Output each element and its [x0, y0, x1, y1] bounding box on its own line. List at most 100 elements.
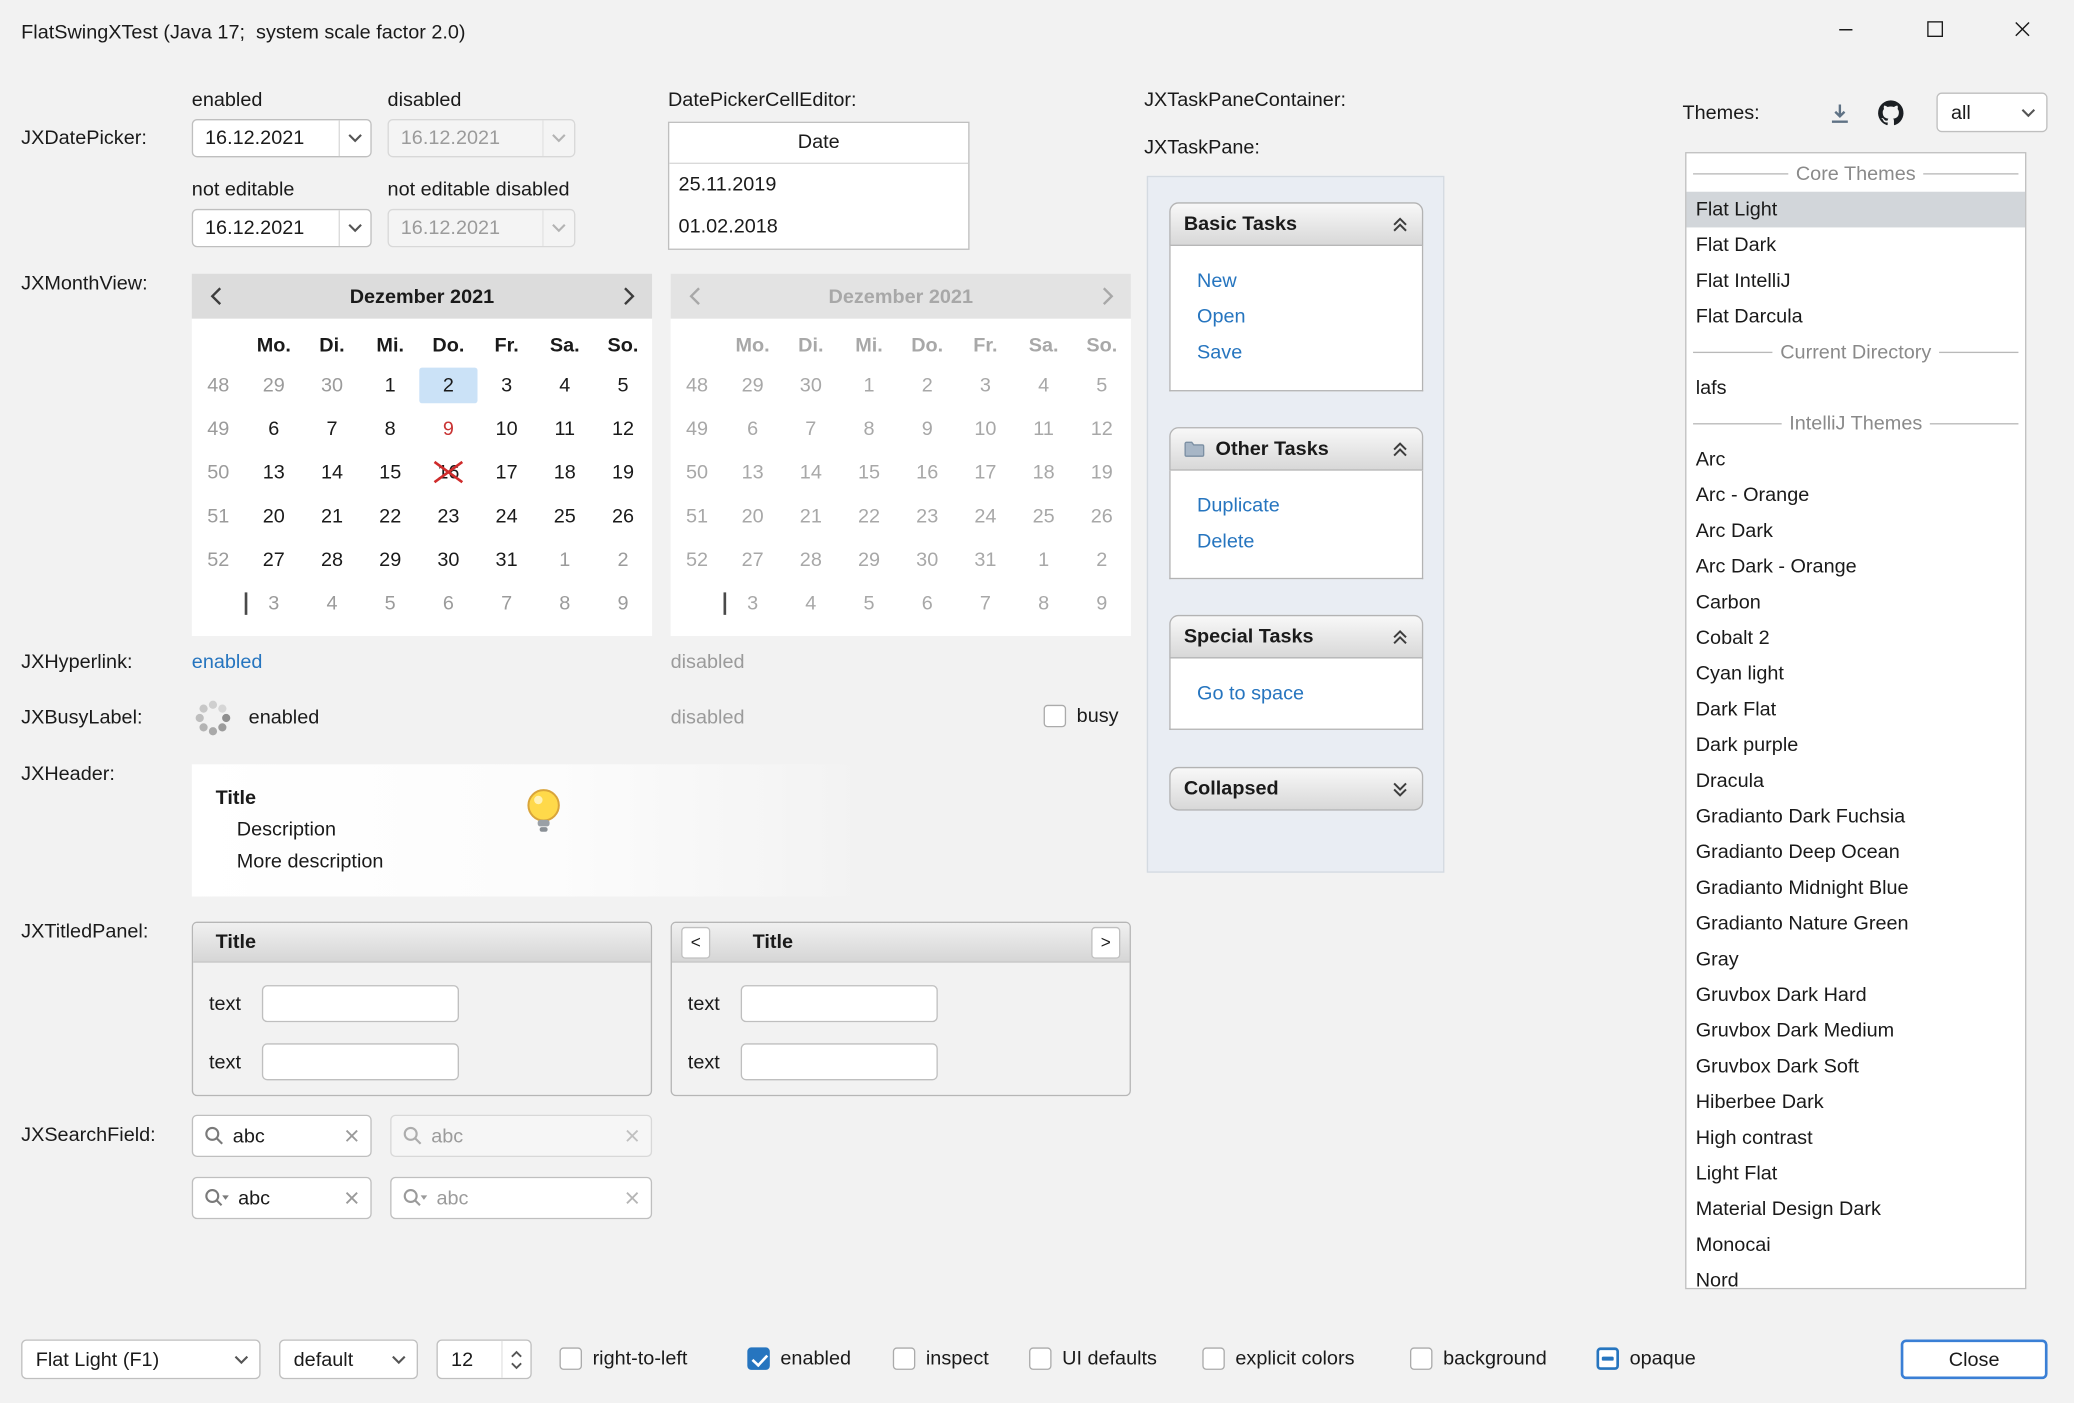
checkbox-ui-defaults[interactable]: UI defaults: [1029, 1347, 1157, 1369]
theme-filter-combobox[interactable]: all: [1936, 93, 2047, 133]
maximize-button[interactable]: [1905, 5, 1966, 53]
hyperlink-enabled[interactable]: enabled: [192, 651, 263, 673]
calendar-day[interactable]: 6: [245, 411, 303, 447]
checkbox-busy[interactable]: busy: [1044, 705, 1119, 727]
calendar-day[interactable]: 5: [361, 586, 419, 622]
theme-item[interactable]: Gradianto Midnight Blue: [1686, 870, 2025, 906]
calendar-day[interactable]: 29: [245, 368, 303, 404]
calendar-day[interactable]: 3: [477, 368, 535, 404]
theme-item[interactable]: Carbon: [1686, 584, 2025, 620]
text-field[interactable]: [262, 1043, 459, 1080]
calendar-day[interactable]: 4: [303, 586, 361, 622]
theme-item[interactable]: Gradianto Deep Ocean: [1686, 834, 2025, 870]
taskpane-link[interactable]: Go to space: [1197, 676, 1304, 712]
theme-item[interactable]: Flat IntelliJ: [1686, 263, 2025, 299]
checkbox-inspect[interactable]: inspect: [893, 1347, 989, 1369]
checkbox-background[interactable]: background: [1410, 1347, 1547, 1369]
theme-item[interactable]: lafs: [1686, 370, 2025, 406]
text-field[interactable]: [741, 1043, 938, 1080]
theme-item[interactable]: Gruvbox Dark Medium: [1686, 1013, 2025, 1049]
calendar-day[interactable]: 23: [419, 499, 477, 535]
theme-item[interactable]: Light Flat: [1686, 1156, 2025, 1192]
theme-item[interactable]: Nord: [1686, 1263, 2025, 1289]
datepicker-not-editable[interactable]: 16.12.2021: [192, 209, 372, 247]
calendar-day[interactable]: 19: [594, 455, 652, 491]
checkbox-box[interactable]: [1029, 1347, 1051, 1369]
searchfield-value[interactable]: abc: [238, 1187, 336, 1209]
checkbox-enabled[interactable]: enabled: [747, 1347, 851, 1369]
table-cell-date[interactable]: 01.02.2018: [669, 206, 968, 248]
chevron-double-up-icon[interactable]: [1391, 441, 1408, 457]
checkbox-box[interactable]: [1596, 1347, 1618, 1369]
calendar-day[interactable]: 16: [419, 455, 477, 491]
chevron-double-up-icon[interactable]: [1391, 216, 1408, 232]
chevron-double-up-icon[interactable]: [1391, 629, 1408, 645]
theme-item[interactable]: Cyan light: [1686, 656, 2025, 692]
close-button[interactable]: Close: [1901, 1339, 2048, 1379]
theme-item[interactable]: Gruvbox Dark Hard: [1686, 977, 2025, 1013]
theme-item[interactable]: Dark purple: [1686, 727, 2025, 763]
theme-list[interactable]: Core ThemesFlat LightFlat DarkFlat Intel…: [1685, 152, 2026, 1289]
theme-item[interactable]: Arc Dark: [1686, 513, 2025, 549]
theme-item[interactable]: Gray: [1686, 941, 2025, 977]
github-button[interactable]: [1873, 95, 1907, 129]
calendar-day[interactable]: 2: [594, 542, 652, 578]
taskpane-link[interactable]: Duplicate: [1197, 488, 1280, 524]
datepicker-value[interactable]: 16.12.2021: [193, 127, 338, 149]
calendar-day[interactable]: 6: [419, 586, 477, 622]
checkbox-right-to-left[interactable]: right-to-left: [560, 1347, 688, 1369]
calendar-day[interactable]: 29: [361, 542, 419, 578]
theme-item[interactable]: Cobalt 2: [1686, 620, 2025, 656]
taskpane-header[interactable]: Special Tasks: [1169, 615, 1423, 659]
next-month-button[interactable]: [604, 287, 652, 306]
titledpanel-right-button[interactable]: >: [1091, 926, 1120, 958]
calendar-day[interactable]: 3: [245, 586, 303, 622]
table-column-header-date[interactable]: Date: [669, 123, 968, 164]
calendar-day[interactable]: 8: [536, 586, 594, 622]
searchfield-with-menu-not-editable[interactable]: abc: [390, 1177, 652, 1219]
calendar-day[interactable]: 20: [245, 499, 303, 535]
calendar-day[interactable]: 28: [303, 542, 361, 578]
theme-item[interactable]: Hiberbee Dark: [1686, 1084, 2025, 1120]
close-window-button[interactable]: [1992, 5, 2053, 53]
text-field[interactable]: [262, 985, 459, 1022]
calendar-day[interactable]: 26: [594, 499, 652, 535]
theme-item[interactable]: Gradianto Nature Green: [1686, 906, 2025, 942]
theme-item[interactable]: Arc - Orange: [1686, 477, 2025, 513]
theme-item[interactable]: High contrast: [1686, 1120, 2025, 1156]
minimize-button[interactable]: [1815, 5, 1876, 53]
calendar-day[interactable]: 15: [361, 455, 419, 491]
table-cell-date[interactable]: 25.11.2019: [669, 164, 968, 206]
searchfield-value[interactable]: abc: [233, 1125, 336, 1147]
searchfield-enabled[interactable]: abc: [192, 1115, 372, 1157]
text-field[interactable]: [741, 985, 938, 1022]
theme-item[interactable]: Gruvbox Dark Soft: [1686, 1049, 2025, 1085]
calendar-day[interactable]: 7: [477, 586, 535, 622]
chevron-double-down-icon[interactable]: [1391, 781, 1408, 797]
chevron-down-icon[interactable]: [339, 120, 371, 156]
monthview-enabled[interactable]: Dezember 2021 Mo.Di.Mi.Do.Fr.Sa.So.48293…: [192, 274, 652, 636]
theme-item[interactable]: Gradianto Dark Fuchsia: [1686, 799, 2025, 835]
clear-icon[interactable]: [624, 1190, 640, 1206]
checkbox-box[interactable]: [560, 1347, 582, 1369]
calendar-day[interactable]: 2: [419, 368, 477, 404]
calendar-day[interactable]: 24: [477, 499, 535, 535]
scale-combobox[interactable]: default: [279, 1339, 418, 1379]
taskpane-link[interactable]: New: [1197, 263, 1237, 299]
calendar-day[interactable]: 25: [536, 499, 594, 535]
calendar-day[interactable]: 8: [361, 411, 419, 447]
taskpane-link[interactable]: Save: [1197, 335, 1242, 371]
theme-item[interactable]: Flat Dark: [1686, 227, 2025, 263]
taskpane-header[interactable]: Basic Tasks: [1169, 202, 1423, 246]
laf-combobox[interactable]: Flat Light (F1): [21, 1339, 260, 1379]
spinner-value[interactable]: 12: [438, 1348, 501, 1370]
calendar-day[interactable]: 18: [536, 455, 594, 491]
calendar-day[interactable]: 9: [419, 411, 477, 447]
theme-item[interactable]: Flat Light: [1686, 192, 2025, 228]
checkbox-opaque[interactable]: opaque: [1596, 1347, 1695, 1369]
calendar-day[interactable]: 12: [594, 411, 652, 447]
calendar-day[interactable]: 1: [536, 542, 594, 578]
calendar-day[interactable]: 31: [477, 542, 535, 578]
taskpane-link[interactable]: Open: [1197, 299, 1246, 335]
theme-item[interactable]: Dracula: [1686, 763, 2025, 799]
